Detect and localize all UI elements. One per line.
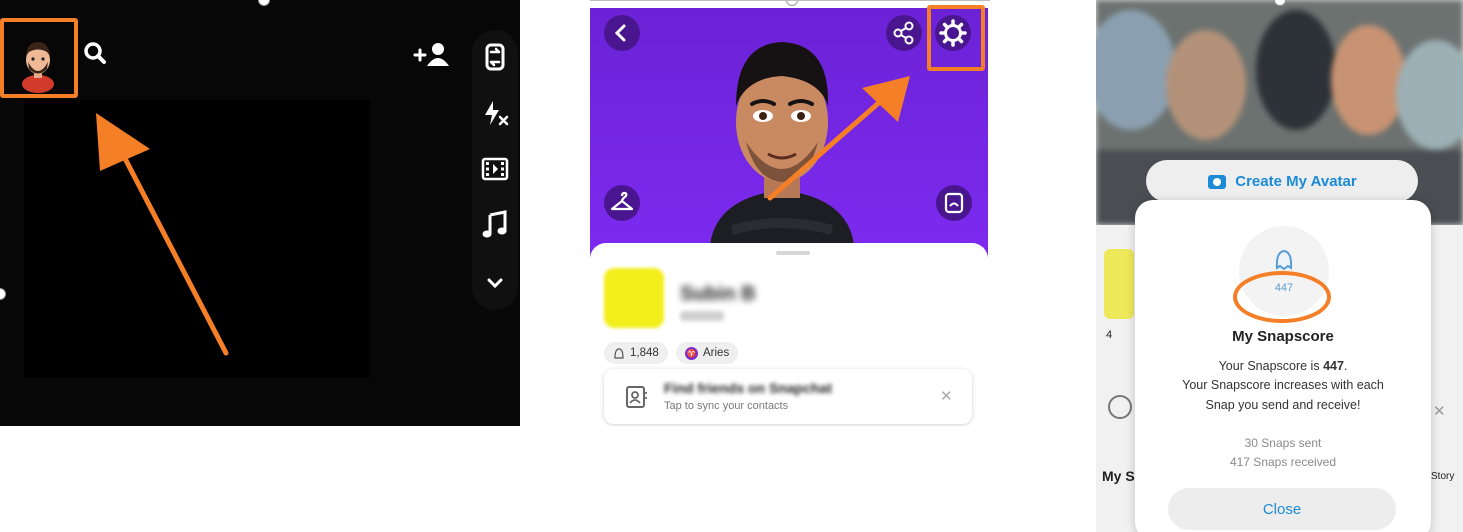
avatar-highlight-box — [0, 18, 78, 98]
hanger-icon — [610, 191, 634, 211]
sync-title: Find friends on Snapchat — [664, 380, 833, 396]
chevron-left-icon — [614, 24, 626, 42]
zodiac-badge[interactable]: ♈ Aries — [676, 342, 739, 364]
chevron-down-icon[interactable] — [478, 266, 512, 300]
zodiac-label: Aries — [703, 347, 730, 359]
snapscore-badge[interactable]: 1,848 — [604, 342, 668, 364]
sync-contacts-card[interactable]: Find friends on Snapchat Tap to sync you… — [604, 369, 972, 424]
modal-title: My Snapscore — [1232, 328, 1334, 345]
outfit-button[interactable] — [604, 185, 640, 221]
ghost-icon — [1275, 249, 1293, 271]
profile-bitmoji-tile[interactable] — [604, 268, 664, 328]
dismiss-button[interactable]: ✕ — [940, 387, 953, 405]
flip-camera-icon[interactable] — [478, 40, 512, 74]
add-friend-icon[interactable] — [412, 40, 452, 70]
username-blurred — [680, 311, 724, 321]
create-avatar-button[interactable]: Create My Avatar — [1146, 160, 1418, 202]
create-avatar-label: Create My Avatar — [1235, 172, 1357, 190]
snapscore-screen: Create My Avatar 4 My S ✕ Story 447 My S… — [1096, 0, 1463, 532]
drag-handle[interactable] — [776, 251, 810, 255]
snaps-received: 417 Snaps received — [1229, 455, 1337, 469]
close-button[interactable]: Close — [1168, 488, 1396, 530]
selfie-button[interactable] — [936, 185, 972, 221]
score-highlight-ring — [1233, 271, 1331, 323]
settings-highlight-box — [927, 5, 985, 71]
snapscore-line-3: Snap you send and receive! — [1205, 398, 1361, 412]
camera-screen — [0, 0, 520, 426]
underlay-close: ✕ — [1433, 403, 1446, 420]
snapscore-line-2: Your Snapscore increases with each — [1182, 378, 1384, 392]
music-icon[interactable] — [478, 208, 512, 242]
share-button[interactable] — [886, 15, 922, 51]
camera-icon — [1208, 175, 1227, 189]
sync-subtitle: Tap to sync your contacts — [664, 400, 789, 412]
flash-off-icon[interactable] — [478, 96, 512, 130]
underlay-story-label: Story — [1431, 471, 1455, 482]
pointer-arrow — [767, 76, 910, 201]
pointer-arrow — [96, 113, 229, 356]
display-name: Subin B — [680, 283, 756, 305]
search-icon[interactable] — [82, 40, 108, 66]
profile-screen: Subin B 1,848 ♈ Aries Find friends on Sn… — [590, 0, 988, 426]
divider — [590, 0, 990, 1]
underlay-score: 4 — [1106, 329, 1113, 341]
video-icon[interactable] — [478, 152, 512, 186]
snaps-sent: 30 Snaps sent — [1244, 436, 1322, 450]
snapscore-line-1: Your Snapscore is 447. — [1218, 359, 1348, 373]
contacts-icon — [626, 386, 647, 408]
back-button[interactable] — [604, 15, 640, 51]
bell-icon — [1108, 395, 1132, 419]
share-icon — [893, 21, 914, 45]
snapscore-value: 1,848 — [630, 347, 659, 359]
ghost-icon — [614, 348, 624, 359]
underlay-my-stories: My S — [1102, 468, 1135, 484]
aries-icon: ♈ — [685, 346, 698, 360]
photo-frame-icon — [944, 192, 964, 214]
